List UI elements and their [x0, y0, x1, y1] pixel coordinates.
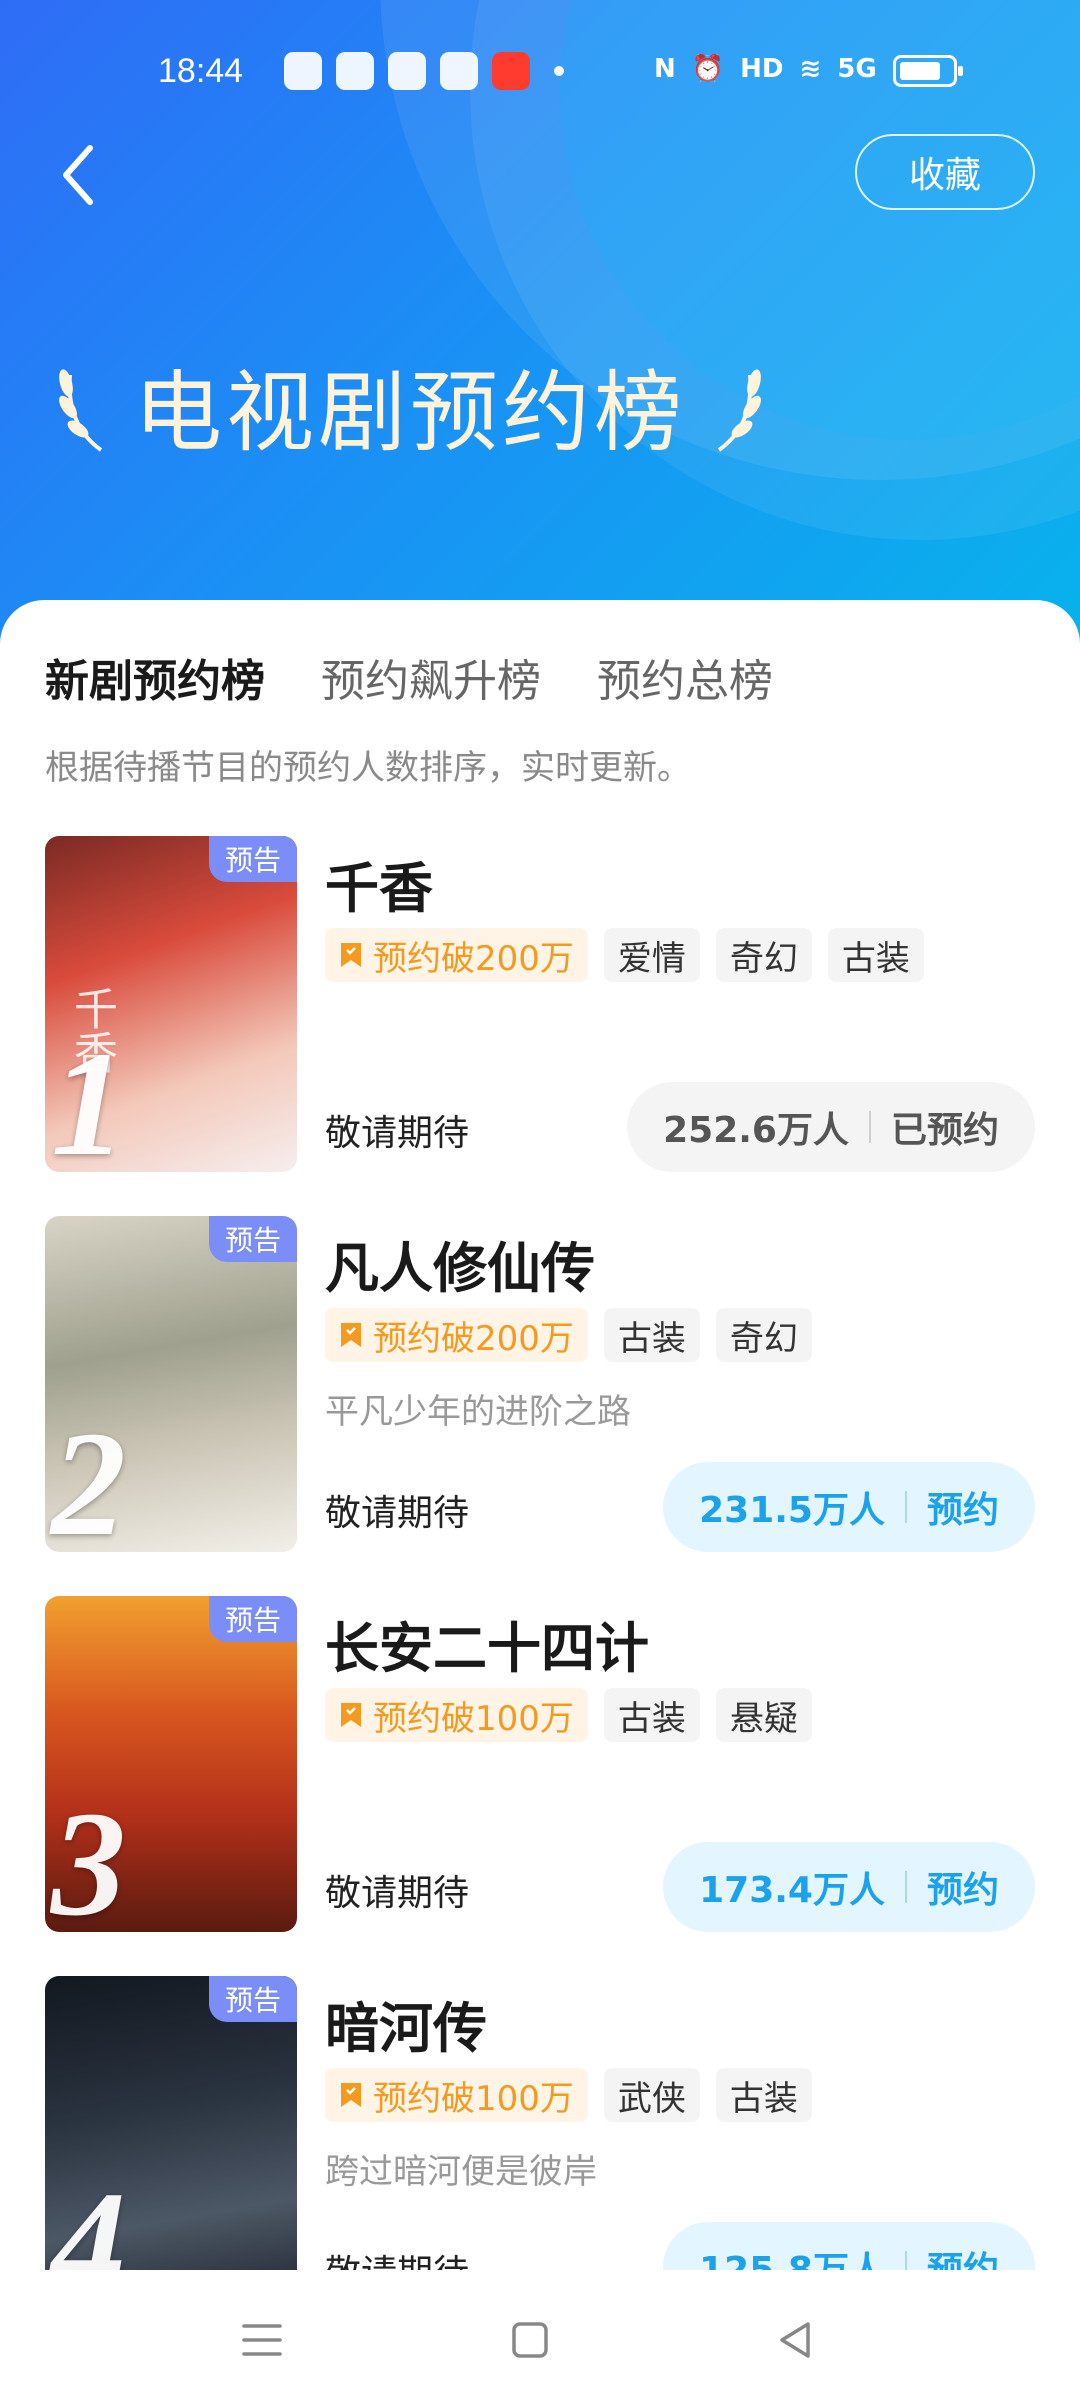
genre-tag: 古装 [827, 928, 924, 982]
list-item[interactable]: 预告 3 长安二十四计 预约破100万 古装 悬疑 敬请期待 173.4万人 预… [45, 1596, 1035, 1936]
reserve-button[interactable]: 252.6万人 已预约 [627, 1082, 1035, 1172]
app-icon [284, 52, 322, 90]
tab-rising-reservations[interactable]: 预约飙升榜 [321, 645, 541, 709]
reservation-milestone-tag: 预约破200万 [325, 1308, 588, 1362]
home-button[interactable] [500, 2310, 560, 2370]
tag-list: 预约破100万 武侠 古装 [325, 2068, 812, 2122]
rank-number: 3 [51, 1781, 126, 1932]
rank-number: 1 [51, 1021, 126, 1172]
rank-number: 4 [51, 2161, 126, 2270]
menu-icon [242, 2324, 282, 2356]
reservation-count: 125.8万人 [699, 2241, 885, 2270]
reserve-label: 预约 [926, 1490, 999, 1531]
poster-image[interactable]: 千香 预告 1 [45, 836, 297, 1172]
poster-image[interactable]: 预告 4 [45, 1976, 297, 2270]
drama-title: 暗河传 [325, 1997, 487, 2060]
list-item[interactable]: 预告 2 凡人修仙传 预约破200万 古装 奇幻 平凡少年的进阶之路 敬请期待 … [45, 1216, 1035, 1556]
poster-image[interactable]: 预告 3 [45, 1596, 297, 1932]
release-status: 敬请期待 [325, 1873, 470, 1914]
page-title: 电视剧预约榜 [134, 360, 687, 464]
release-status: 敬请期待 [325, 2244, 469, 2270]
list-item[interactable]: 千香 预告 1 千香 预约破200万 爱情 奇幻 古装 敬请期待 252.6万人… [45, 836, 1035, 1176]
youtube-icon [492, 52, 530, 90]
more-dot-icon [554, 66, 564, 76]
wifi-icon: ≋ [799, 54, 822, 84]
genre-tag: 奇幻 [715, 1308, 812, 1362]
tab-total-reservations[interactable]: 预约总榜 [597, 645, 773, 709]
page-title-group: 电视剧预约榜 [56, 340, 764, 470]
nfc-icon: N [654, 54, 676, 84]
trailer-badge: 预告 [209, 1216, 297, 1262]
genre-tag: 奇幻 [715, 928, 812, 982]
drama-title: 凡人修仙传 [325, 1237, 595, 1300]
reserve-label: 预约 [926, 1870, 999, 1911]
hd-icon: HD [740, 54, 784, 84]
status-bar: 18:44 N ⏰ HD ≋ 5G [0, 40, 1080, 104]
reservation-count: 252.6万人 [663, 1110, 849, 1151]
reserve-button[interactable]: 231.5万人 预约 [663, 1462, 1035, 1552]
tag-list: 预约破200万 爱情 奇幻 古装 [325, 928, 924, 982]
recent-apps-button[interactable] [232, 2310, 292, 2370]
trailer-badge: 预告 [209, 836, 297, 882]
bookmark-icon [341, 1323, 361, 1347]
genre-tag: 古装 [603, 1688, 700, 1742]
ranking-tabs: 新剧预约榜 预约飙升榜 预约总榜 [45, 645, 773, 709]
reserve-button[interactable]: 173.4万人 预约 [663, 1842, 1035, 1932]
reservation-count: 173.4万人 [699, 1870, 885, 1911]
square-icon [512, 2322, 548, 2358]
drama-title: 长安二十四计 [325, 1617, 649, 1680]
drama-tagline: 平凡少年的进阶之路 [325, 1392, 631, 1432]
rank-number: 2 [51, 1401, 126, 1552]
drama-title: 千香 [325, 857, 433, 920]
release-status: 敬请期待 [325, 1113, 470, 1154]
ranking-panel: 新剧预约榜 预约飙升榜 预约总榜 根据待播节目的预约人数排序，实时更新。 千香 … [0, 600, 1080, 2270]
telegram-icon [440, 52, 478, 90]
alarm-icon: ⏰ [691, 54, 725, 84]
reserve-label: 已预约 [890, 1110, 999, 1151]
system-nav-bar [0, 2270, 1080, 2400]
bookmark-icon [341, 943, 361, 967]
hero-banner: 18:44 N ⏰ HD ≋ 5G 收藏 电视剧预约榜 [0, 0, 1080, 660]
reservation-milestone-tag: 预约破100万 [325, 2068, 588, 2122]
wechat-icon [336, 52, 374, 90]
genre-tag: 武侠 [603, 2068, 700, 2122]
notification-icons [284, 52, 564, 90]
drama-tagline: 跨过暗河便是彼岸 [325, 2152, 597, 2192]
genre-tag: 悬疑 [715, 1688, 812, 1742]
tag-list: 预约破200万 古装 奇幻 [325, 1308, 812, 1362]
reserve-button[interactable]: 125.8万人 预约 [663, 2222, 1035, 2270]
genre-tag: 爱情 [603, 928, 700, 982]
status-time: 18:44 [158, 52, 244, 90]
chevron-left-icon [63, 145, 93, 205]
back-button[interactable] [50, 140, 110, 210]
laurel-right-icon [717, 369, 761, 452]
bookmark-icon [341, 2083, 361, 2107]
favorite-button[interactable]: 收藏 [855, 134, 1035, 210]
video-app-icon [388, 52, 426, 90]
battery-icon [892, 55, 963, 87]
reservation-count: 231.5万人 [699, 1490, 885, 1531]
tag-list: 预约破100万 古装 悬疑 [325, 1688, 812, 1742]
ranking-description: 根据待播节目的预约人数排序，实时更新。 [45, 748, 691, 788]
release-status: 敬请期待 [325, 1493, 470, 1534]
system-icons: N ⏰ HD ≋ 5G [654, 54, 963, 88]
trailer-badge: 预告 [209, 1596, 297, 1642]
reserve-label: 预约 [927, 2241, 999, 2270]
trailer-badge: 预告 [209, 1976, 297, 2022]
laurel-left-icon [59, 369, 103, 452]
poster-image[interactable]: 预告 2 [45, 1216, 297, 1552]
signal-icon: 5G [837, 54, 877, 84]
back-nav-button[interactable] [766, 2310, 826, 2370]
genre-tag: 古装 [603, 1308, 700, 1362]
genre-tag: 古装 [715, 2068, 812, 2122]
bookmark-icon [341, 1703, 361, 1727]
reservation-milestone-tag: 预约破100万 [325, 1688, 588, 1742]
triangle-back-icon [780, 2322, 810, 2358]
reservation-milestone-tag: 预约破200万 [325, 928, 588, 982]
list-item[interactable]: 预告 4 暗河传 预约破100万 武侠 古装 跨过暗河便是彼岸 敬请期待 125… [45, 1976, 1035, 2270]
tab-new-reservations[interactable]: 新剧预约榜 [45, 645, 265, 709]
